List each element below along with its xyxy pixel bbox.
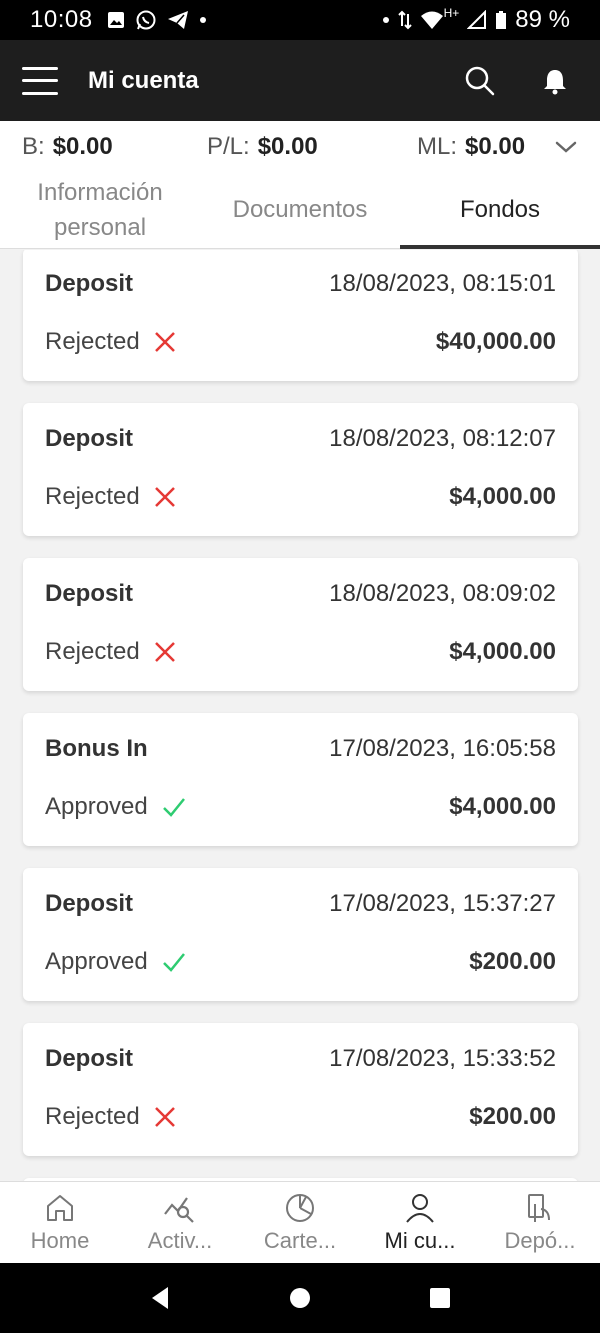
approved-check-icon — [162, 798, 185, 817]
transaction-card[interactable]: Deposit 17/08/2023, 15:37:27 Approved $200… — [23, 868, 578, 1001]
transaction-amount: $200.00 — [469, 1103, 556, 1130]
user-icon — [406, 1193, 434, 1223]
profit-loss-value: $0.00 — [257, 133, 318, 160]
rejected-icon — [154, 487, 175, 507]
transaction-date: 17/08/2023, 15:33:52 — [329, 1045, 556, 1072]
menu-icon[interactable] — [22, 66, 58, 95]
network-type: H+ — [443, 6, 460, 20]
nav-deposit[interactable]: Depó... — [480, 1182, 600, 1263]
home-circle-icon[interactable] — [288, 1286, 312, 1310]
transaction-type: Deposit — [45, 890, 134, 917]
nav-assets[interactable]: Activ... — [120, 1182, 240, 1263]
transaction-amount: $200.00 — [469, 948, 556, 975]
bell-icon[interactable] — [542, 67, 568, 95]
status-time: 10:08 — [30, 6, 93, 33]
battery-icon — [496, 11, 507, 29]
gallery-icon — [107, 12, 124, 28]
rejected-icon — [154, 1107, 175, 1127]
tab-funds[interactable]: Fondos — [400, 173, 600, 249]
transaction-status: Rejected — [45, 483, 176, 511]
status-bar: 10:08 H+ 89 % — [0, 0, 600, 40]
page-title: Mi cuenta — [88, 66, 199, 94]
transaction-type: Deposit — [45, 270, 134, 297]
transactions-list[interactable]: Deposit 18/08/2023, 08:15:01 Rejected $40,… — [0, 250, 600, 1181]
transaction-amount: $40,000.00 — [435, 328, 556, 355]
transaction-status: Approved — [45, 948, 186, 976]
transaction-date: 17/08/2023, 15:37:27 — [329, 890, 556, 917]
tab-bar: Información personal Documentos Fondos — [0, 173, 600, 249]
system-nav-bar — [0, 1263, 600, 1333]
margin-level-value: $0.00 — [465, 133, 526, 160]
transaction-type: Deposit — [45, 1045, 134, 1072]
assets-chart-icon — [164, 1196, 194, 1223]
deposit-icon — [528, 1193, 550, 1222]
transaction-card[interactable]: Deposit 18/08/2023, 08:09:02 Rejected $4,0… — [23, 558, 578, 691]
search-icon[interactable] — [464, 65, 496, 97]
telegram-icon — [167, 11, 188, 29]
bottom-nav: Home Activ... Carte... Mi cu... Depó... — [0, 1181, 600, 1263]
tab-personal-info[interactable]: Información personal — [0, 173, 200, 248]
transaction-amount: $4,000.00 — [449, 638, 556, 665]
transaction-status: Approved — [45, 793, 186, 821]
system-icons: H+ 89 % — [382, 6, 570, 34]
app-bar: Mi cuenta — [0, 40, 600, 121]
nav-portfolio[interactable]: Carte... — [240, 1182, 360, 1263]
nav-my-account[interactable]: Mi cu... — [360, 1182, 480, 1263]
wifi-icon — [420, 11, 443, 29]
rejected-icon — [154, 642, 175, 662]
chevron-down-icon[interactable] — [554, 139, 578, 155]
data-transfer-icon — [397, 10, 412, 30]
balance-value: $0.00 — [52, 133, 113, 160]
portfolio-pie-icon — [286, 1193, 314, 1222]
battery-level: 89 % — [515, 6, 570, 33]
transaction-card[interactable]: Deposit 18/08/2023, 08:12:07 Rejected $4,0… — [23, 403, 578, 536]
transaction-date: 18/08/2023, 08:12:07 — [329, 425, 556, 452]
transaction-type: Deposit — [45, 580, 134, 607]
whatsapp-icon — [136, 10, 156, 30]
transaction-status: Rejected — [45, 328, 176, 356]
notification-icons — [107, 9, 207, 31]
back-icon[interactable] — [148, 1285, 172, 1311]
transaction-amount: $4,000.00 — [449, 793, 556, 820]
transaction-type: Deposit — [45, 425, 134, 452]
approved-check-icon — [162, 953, 185, 972]
dot-icon — [199, 17, 206, 23]
account-summary[interactable]: B: $0.00 P/L: $0.00 ML: $0.00 — [0, 121, 600, 173]
tab-documents[interactable]: Documentos — [200, 173, 400, 248]
transaction-date: 18/08/2023, 08:15:01 — [329, 270, 556, 297]
margin-level: ML: $0.00 — [417, 133, 526, 160]
nav-home[interactable]: Home — [0, 1182, 120, 1263]
transaction-card[interactable]: Bonus In 17/08/2023, 16:05:58 Approved $4,… — [23, 713, 578, 846]
transaction-type: Bonus In — [45, 735, 148, 762]
transaction-card[interactable]: Deposit 17/08/2023, 15:33:52 Rejected $200… — [23, 1023, 578, 1156]
dot-icon — [382, 17, 389, 23]
home-icon — [47, 1194, 73, 1221]
profit-loss: P/L: $0.00 — [207, 133, 318, 160]
transaction-status: Rejected — [45, 638, 176, 666]
signal-icon — [467, 10, 487, 29]
balance: B: $0.00 — [22, 133, 113, 160]
transaction-status: Rejected — [45, 1103, 176, 1131]
transaction-card[interactable]: Deposit 18/08/2023, 08:15:01 Rejected $40,… — [23, 250, 578, 381]
rejected-icon — [154, 332, 175, 352]
recents-icon[interactable] — [428, 1286, 452, 1310]
transaction-amount: $4,000.00 — [449, 483, 556, 510]
transaction-date: 18/08/2023, 08:09:02 — [329, 580, 556, 607]
transaction-date: 17/08/2023, 16:05:58 — [329, 735, 556, 762]
